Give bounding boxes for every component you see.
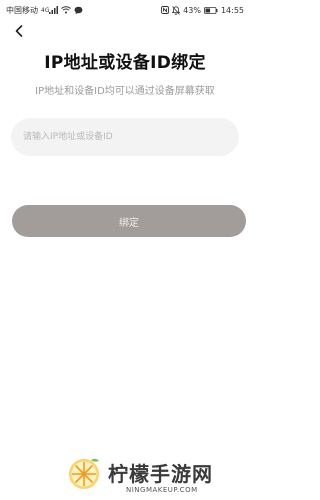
carrier-label: 中国移动 bbox=[6, 5, 38, 15]
page-subtitle: IP地址和设备ID均可以通过设备屏幕获取 bbox=[35, 86, 215, 97]
nfc-icon bbox=[161, 6, 170, 14]
back-button[interactable] bbox=[10, 22, 28, 40]
watermark-brand: 柠檬手游网 bbox=[108, 462, 213, 486]
bind-button[interactable]: 绑定 bbox=[12, 205, 246, 237]
battery-icon bbox=[204, 6, 218, 14]
lemon-logo-icon bbox=[69, 458, 99, 489]
watermark: 柠檬手游网 NINGMAKEUP.COM bbox=[66, 456, 250, 500]
battery-percent: 43% bbox=[183, 5, 201, 15]
clock: 14:55 bbox=[220, 5, 244, 15]
signal-icon: 4G bbox=[41, 6, 59, 14]
page-title: IP地址或设备ID绑定 bbox=[44, 53, 206, 73]
status-bar-right: 43% 14:55 bbox=[161, 6, 244, 15]
watermark-url: NINGMAKEUP.COM bbox=[126, 486, 198, 494]
bell-off-icon bbox=[172, 5, 181, 15]
ip-or-device-id-input[interactable] bbox=[11, 118, 239, 156]
bind-device-screen: 中国移动 4G 43% 14:55 IP地址或设备ID绑定 IP地址和设备ID均… bbox=[0, 0, 250, 500]
chevron-left-icon bbox=[15, 25, 23, 37]
status-bar-left: 中国移动 4G bbox=[6, 5, 83, 16]
signal-type-label: 4G bbox=[41, 6, 50, 14]
status-bar: 中国移动 4G 43% 14:55 bbox=[0, 0, 250, 20]
wifi-icon bbox=[61, 6, 72, 14]
message-icon bbox=[74, 6, 83, 15]
